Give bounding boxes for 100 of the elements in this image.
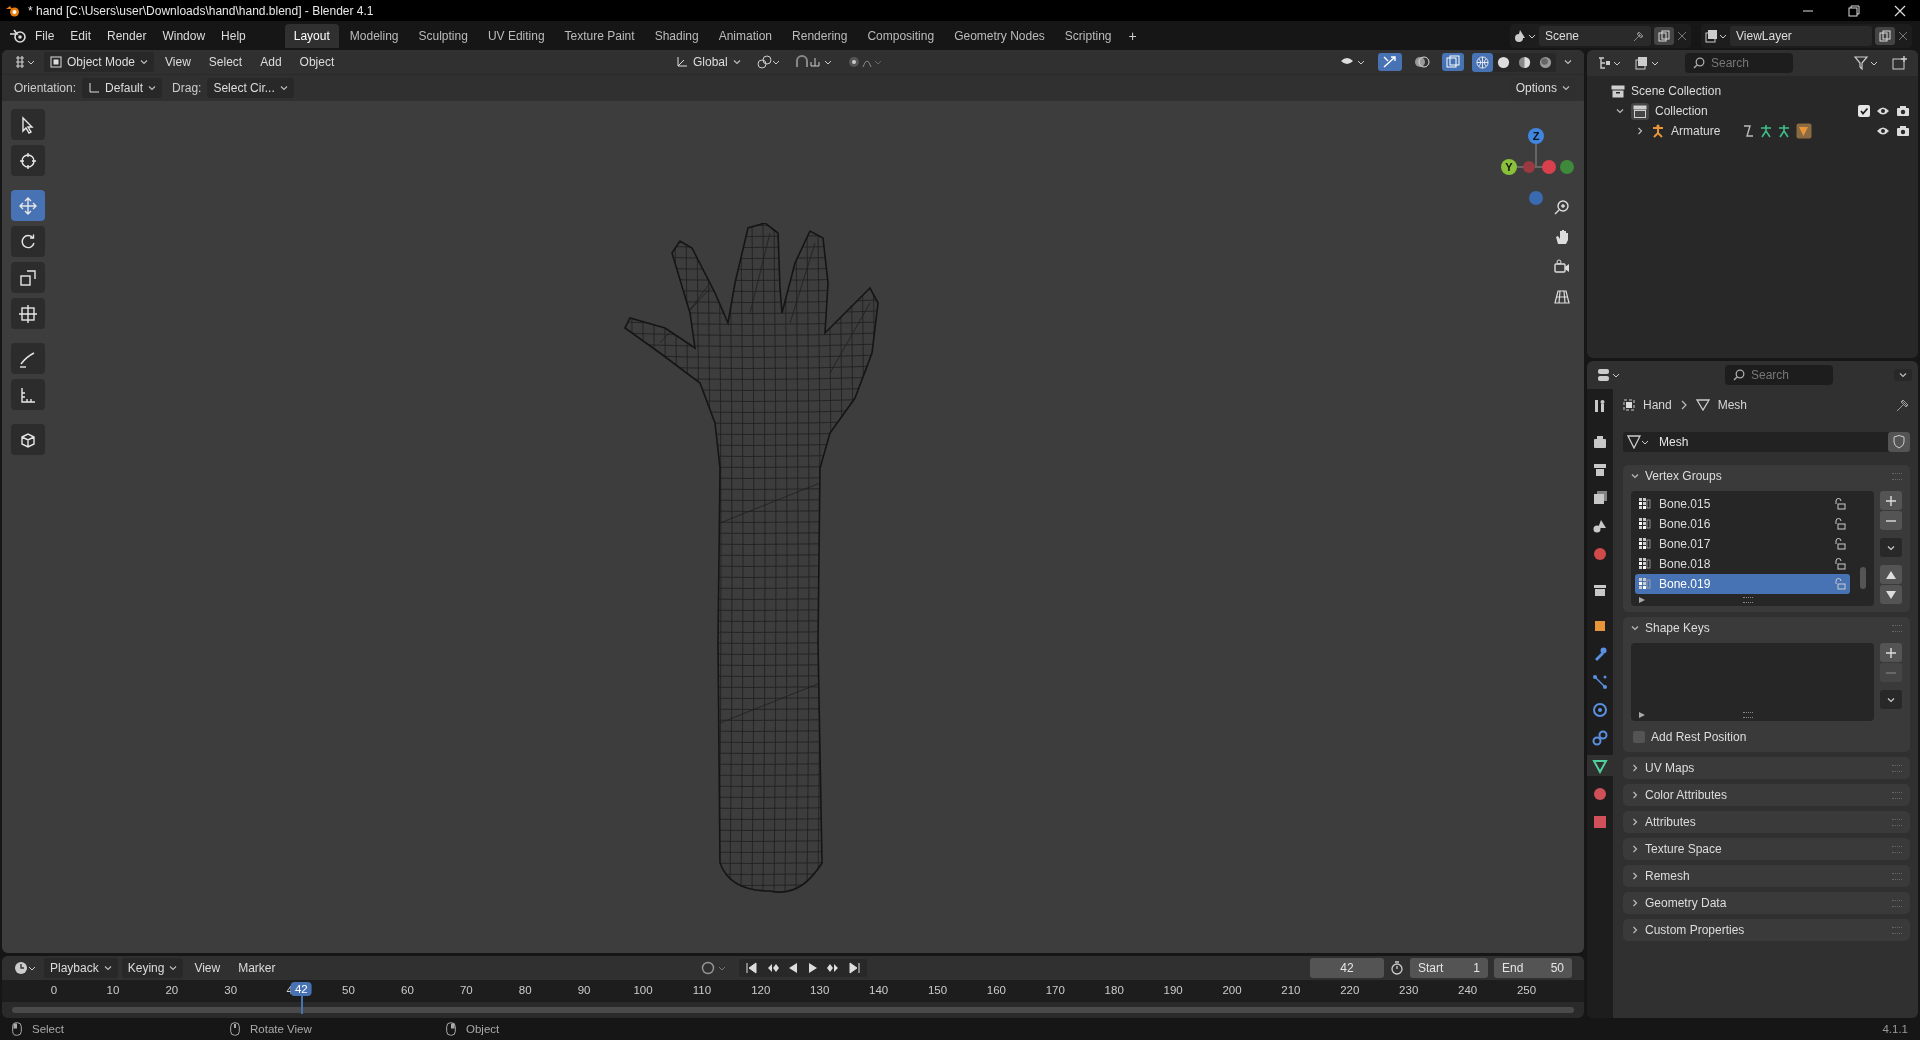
workspace-tab[interactable]: Scripting <box>1055 23 1121 48</box>
panel-header[interactable]: Color Attributes <box>1623 784 1910 806</box>
drag-handle-icon[interactable] <box>1892 624 1902 632</box>
measure-tool-button[interactable] <box>11 379 45 410</box>
figure-icon[interactable] <box>1760 124 1773 138</box>
figure-icon[interactable] <box>1778 124 1791 138</box>
options-dropdown-button[interactable] <box>1894 369 1912 381</box>
workspace-tab[interactable]: Shading <box>645 23 708 48</box>
play-reverse-icon[interactable] <box>787 962 799 974</box>
end-frame-field[interactable]: End 50 <box>1494 958 1572 978</box>
panel-header[interactable]: Attributes <box>1623 811 1910 833</box>
data-properties-tab[interactable] <box>1587 755 1613 776</box>
move-down-button[interactable] <box>1880 585 1902 604</box>
fake-user-button[interactable] <box>1888 432 1910 452</box>
playhead-frame-marker[interactable]: 42 <box>291 982 312 996</box>
list-resize-handle[interactable] <box>1742 597 1753 603</box>
menu-item[interactable]: File <box>28 25 62 46</box>
jump-to-end-icon[interactable] <box>849 962 861 974</box>
tweak-tool-button[interactable] <box>11 109 45 140</box>
panel-header[interactable]: Custom Properties <box>1623 919 1910 941</box>
vertex-group-row[interactable]: Bone.019 <box>1635 574 1850 594</box>
outliner-row[interactable]: Collection <box>1587 101 1918 121</box>
x-ray-toggle-button[interactable] <box>1442 53 1464 71</box>
annotate-tool-button[interactable] <box>11 343 45 374</box>
panel-header[interactable]: UV Maps <box>1623 757 1910 779</box>
pin-icon[interactable] <box>1633 29 1645 42</box>
vertex-group-row[interactable]: Bone.018 <box>1635 554 1850 574</box>
navigation-gizmo[interactable]: Z Y <box>1491 122 1581 212</box>
stopwatch-icon[interactable] <box>1390 961 1404 975</box>
menu-item[interactable]: Add <box>253 52 289 72</box>
vertex-group-row[interactable]: Bone.017 <box>1635 534 1850 554</box>
unlocked-lock-icon[interactable] <box>1834 498 1846 510</box>
menu-item[interactable]: Render <box>100 25 154 46</box>
unlocked-lock-icon[interactable] <box>1834 558 1846 570</box>
scene-selector[interactable]: Scene <box>1510 23 1691 48</box>
scene-name-field[interactable]: Scene <box>1539 25 1651 46</box>
panel-header[interactable]: Vertex Groups <box>1623 465 1910 487</box>
workspace-tab[interactable]: Compositing <box>858 23 944 48</box>
shading-options-chevron-icon[interactable] <box>1564 58 1572 66</box>
list-resize-handle[interactable] <box>1742 712 1753 718</box>
menu-item[interactable]: Object <box>292 52 342 72</box>
3d-viewport[interactable]: Object Mode View Select Add Object Global Orientation: Default Drag: Select Cir... Options Z Y <box>2 50 1584 953</box>
gizmo-toggle-button[interactable] <box>1378 53 1402 71</box>
outliner-row[interactable]: Scene Collection <box>1587 81 1918 101</box>
menu-item[interactable]: View <box>158 52 198 72</box>
orientation-dropdown[interactable]: Default <box>82 78 163 98</box>
add-button[interactable] <box>1880 643 1902 662</box>
search-field[interactable]: Search <box>1725 365 1833 385</box>
menu-item[interactable]: View <box>187 958 228 978</box>
visibility-eye-icon[interactable] <box>1876 126 1890 136</box>
add-workspace-button[interactable]: + <box>1122 24 1143 47</box>
jump-to-start-icon[interactable] <box>745 962 757 974</box>
workspace-tab[interactable]: UV Editing <box>478 23 554 48</box>
panel-header[interactable]: Texture Space <box>1623 838 1910 860</box>
drag-handle-icon[interactable] <box>1892 926 1902 934</box>
list-scrollbar[interactable] <box>1860 567 1866 589</box>
move-tool-button[interactable] <box>11 190 45 221</box>
drag-handle-icon[interactable] <box>1892 899 1902 907</box>
scale-tool-button[interactable] <box>11 262 45 293</box>
camera-icon[interactable] <box>1896 125 1910 137</box>
timeline-menu-dropdown[interactable]: Playback <box>44 958 118 978</box>
pin-icon[interactable] <box>1896 398 1910 412</box>
drag-dropdown[interactable]: Select Cir... <box>207 78 294 98</box>
panel-header[interactable]: Shape Keys <box>1623 617 1910 639</box>
restore-icon[interactable] <box>1848 4 1860 17</box>
rotate-tool-button[interactable] <box>11 226 45 257</box>
add-button[interactable] <box>1880 491 1902 510</box>
panel-header[interactable]: Geometry Data <box>1623 892 1910 914</box>
camera-icon[interactable] <box>1896 105 1910 117</box>
timeline-menu-dropdown[interactable]: Keying <box>121 958 184 978</box>
workspace-tab[interactable]: Modeling <box>340 23 408 48</box>
duplicate-scene-button[interactable] <box>1654 26 1674 45</box>
vertex-group-row[interactable]: Bone.015 <box>1635 494 1850 514</box>
vertex-group-row[interactable]: Bone.016 <box>1635 514 1850 534</box>
unlocked-lock-icon[interactable] <box>1834 538 1846 550</box>
specials-menu-button[interactable] <box>1880 538 1902 557</box>
move-up-button[interactable] <box>1880 565 1902 584</box>
view-layer-selector[interactable]: ViewLayer <box>1701 23 1912 48</box>
workspace-tab[interactable]: Sculpting <box>409 23 477 48</box>
drag-handle-icon[interactable] <box>1892 818 1902 826</box>
timeline-scrollbar[interactable] <box>12 1007 1574 1013</box>
play-icon[interactable] <box>807 962 819 974</box>
current-frame-field[interactable]: 42 <box>1310 958 1384 978</box>
workspace-tab[interactable]: Animation <box>709 23 782 48</box>
start-frame-field[interactable]: Start 1 <box>1410 958 1488 978</box>
outliner-row[interactable]: Armature <box>1587 121 1918 141</box>
menu-item[interactable]: Select <box>201 52 250 72</box>
mode-dropdown[interactable]: Object Mode <box>44 52 155 72</box>
search-field[interactable]: Search <box>1685 53 1793 73</box>
workspace-tab[interactable]: Layout <box>284 23 339 48</box>
checkbox[interactable] <box>1633 731 1645 743</box>
workspace-tab[interactable]: Texture Paint <box>555 23 644 48</box>
add-cube-tool-button[interactable] <box>11 424 45 455</box>
next-keyframe-icon[interactable] <box>827 962 841 974</box>
menu-item[interactable]: Edit <box>63 25 99 46</box>
drag-handle-icon[interactable] <box>1892 791 1902 799</box>
unlocked-lock-icon[interactable] <box>1834 518 1846 530</box>
menu-item[interactable]: Help <box>214 25 253 46</box>
drag-handle-icon[interactable] <box>1892 872 1902 880</box>
drag-handle-icon[interactable] <box>1892 472 1902 480</box>
